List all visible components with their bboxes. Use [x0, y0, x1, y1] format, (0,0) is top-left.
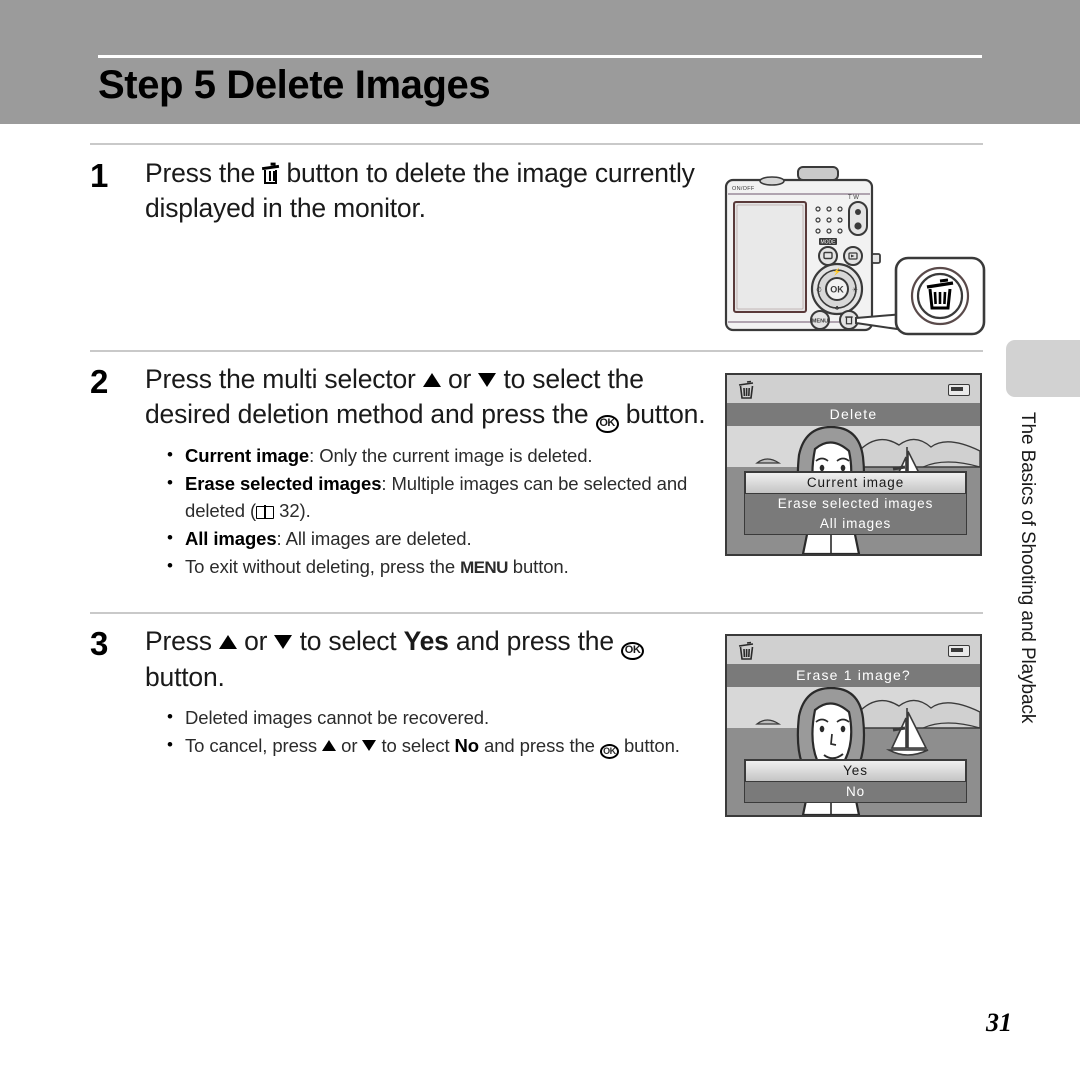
svg-text:T W: T W: [848, 195, 859, 201]
arrow-up-icon: [218, 635, 237, 649]
step-3-text-e: button.: [145, 662, 225, 692]
step-3-bullet-list: Deleted images cannot be recovered. To c…: [167, 703, 710, 759]
list-item: All images: All images are deleted.: [167, 524, 710, 552]
menu-item-erase-selected-images[interactable]: Erase selected images: [745, 494, 966, 514]
step-2-text-d: button.: [618, 399, 706, 429]
bullet-desc: : Only the current image is deleted.: [309, 445, 593, 466]
trash-status-icon: [738, 380, 754, 399]
step-2-text-b: or: [440, 364, 479, 394]
ok-button-icon: OK: [595, 415, 619, 433]
monitor-status-bar: [727, 375, 980, 403]
list-item: To exit without deleting, press the MENU…: [167, 552, 710, 581]
menu-button-icon: MENU: [460, 558, 508, 577]
monitor-title: Delete: [727, 403, 980, 426]
page-reference-icon: [256, 505, 275, 519]
camera-monitor-erase-confirm: Erase 1 image? Yes No: [725, 634, 982, 817]
svg-text:MODE: MODE: [821, 240, 837, 246]
bullet-term: Erase selected images: [185, 473, 382, 494]
menu-item-yes[interactable]: Yes: [745, 760, 966, 782]
list-item: Deleted images cannot be recovered.: [167, 703, 710, 731]
bullet-post: to select: [376, 735, 455, 756]
header-band: Step 5 Delete Images: [0, 0, 1080, 124]
trash-status-icon: [738, 641, 754, 660]
chapter-tab-marker: [1006, 340, 1080, 397]
monitor-title: Erase 1 image?: [727, 664, 980, 687]
bullet-tail: button.: [507, 556, 569, 577]
step-3-instruction: Press or to select Yes and press the OK …: [145, 624, 710, 695]
monitor-screen-content: Delete Current image Erase selected imag…: [727, 375, 980, 554]
svg-text:⚡: ⚡: [833, 267, 842, 276]
monitor-screen-content: Erase 1 image? Yes No: [727, 636, 980, 815]
step-2: 2 Press the multi selector or to select …: [90, 362, 710, 582]
section-rule-2: [90, 350, 983, 352]
battery-icon: [948, 384, 970, 396]
step-3-text-c: to select: [292, 626, 404, 656]
list-item: Erase selected images: Multiple images c…: [167, 469, 710, 524]
step-3-text-d: and press the: [448, 626, 622, 656]
page-title: Step 5 Delete Images: [98, 63, 491, 107]
bullet-tail2: button.: [618, 735, 680, 756]
camera-illustration: ON/OFF T W MODE OK ⚡ ⏱ ☀ ♣ MENU: [724, 162, 988, 337]
svg-text:MENU: MENU: [812, 319, 828, 325]
step-3-yes-keyword: Yes: [403, 626, 449, 656]
menu-item-no[interactable]: No: [745, 782, 966, 802]
svg-text:⏱: ⏱: [816, 286, 822, 294]
step-3: 3 Press or to select Yes and press the O…: [90, 624, 710, 760]
ok-button-icon: OK: [599, 744, 619, 759]
step-1-number: 1: [90, 157, 109, 194]
bullet-tail: ).: [299, 500, 311, 521]
step-3-text-b: or: [236, 626, 275, 656]
header-divider-rule: [98, 55, 982, 58]
section-rule-3: [90, 612, 983, 614]
menu-item-current-image[interactable]: Current image: [745, 472, 966, 494]
list-item: To cancel, press or to select No and pre…: [167, 731, 710, 759]
bullet-desc: Deleted images cannot be recovered.: [185, 707, 489, 728]
step-2-text-a: Press the multi selector: [145, 364, 423, 394]
arrow-down-icon: [362, 740, 377, 751]
svg-text:☀: ☀: [852, 286, 858, 294]
page-reference-number: 32: [279, 500, 300, 521]
step-3-number: 3: [90, 625, 109, 662]
monitor-status-bar: [727, 636, 980, 664]
step-3-text-a: Press: [145, 626, 219, 656]
arrow-up-icon: [422, 373, 441, 387]
bullet-desc: : All images are deleted.: [276, 528, 472, 549]
bullet-term: All images: [185, 528, 277, 549]
svg-text:♣: ♣: [835, 305, 840, 312]
menu-item-all-images[interactable]: All images: [745, 514, 966, 534]
page-number: 31: [986, 1008, 1012, 1037]
bullet-term: Current image: [185, 445, 310, 466]
section-rule-1: [90, 143, 983, 145]
chapter-tab-label: The Basics of Shooting and Playback: [1017, 412, 1038, 724]
bullet-pre: To cancel, press: [185, 735, 323, 756]
step-1-instruction: Press the button to delete the image cur…: [145, 156, 710, 226]
bullet-no-keyword: No: [454, 735, 480, 756]
step-2-number: 2: [90, 363, 109, 400]
svg-text:OK: OK: [830, 285, 844, 295]
step-1-text-lead: Press the: [145, 158, 263, 188]
list-item: Current image: Only the current image is…: [167, 441, 710, 469]
bullet-desc: To exit without deleting, press the: [185, 556, 461, 577]
trash-icon: [262, 164, 280, 185]
svg-text:ON/OFF: ON/OFF: [732, 186, 755, 192]
bullet-tail: and press the: [479, 735, 600, 756]
step-1: 1 Press the button to delete the image c…: [90, 156, 710, 226]
arrow-down-icon: [274, 635, 293, 649]
step-2-bullet-list: Current image: Only the current image is…: [167, 441, 710, 581]
battery-icon: [948, 645, 970, 657]
erase-confirm-menu: Yes No: [744, 759, 967, 803]
delete-options-menu: Current image Erase selected images All …: [744, 471, 967, 535]
bullet-mid: or: [336, 735, 363, 756]
camera-monitor-delete-menu: Delete Current image Erase selected imag…: [725, 373, 982, 556]
step-2-instruction: Press the multi selector or to select th…: [145, 362, 710, 433]
arrow-up-icon: [322, 740, 337, 751]
ok-button-icon: OK: [621, 642, 645, 660]
arrow-down-icon: [478, 373, 497, 387]
